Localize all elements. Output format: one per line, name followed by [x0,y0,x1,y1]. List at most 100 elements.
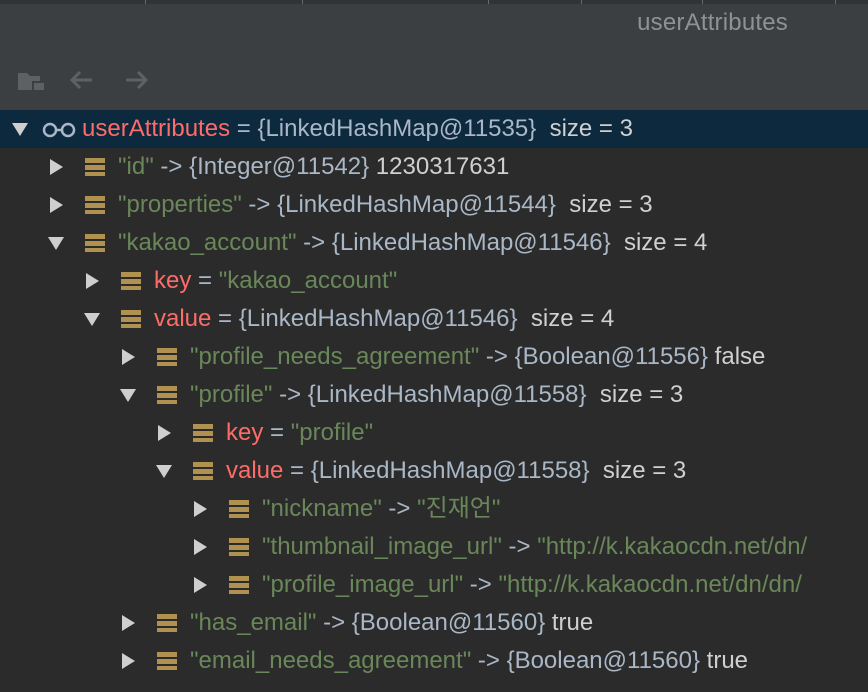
type-text: {LinkedHashMap@11546} [238,305,518,332]
arrow-text: -> [381,495,418,522]
collapsed-triangle-icon[interactable] [154,423,174,443]
row-label: "email_needs_agreement" -> {Boolean@1156… [190,647,748,675]
tree-row[interactable]: "thumbnail_image_url" -> "http://k.kakao… [0,528,868,566]
collapsed-triangle-icon[interactable] [82,271,102,291]
value-text: "http://k.kakaocdn.net/dn/ [537,533,808,560]
expand-triangle-icon[interactable] [118,385,138,405]
watch-glasses-icon [42,122,76,138]
size-text: size = 3 [536,115,633,142]
equals-sign: = [211,305,239,332]
forward-arrow-icon[interactable] [120,64,152,96]
arrow-text: -> [463,571,499,598]
field-icon [121,310,141,328]
value-text: "kakao_account" [218,267,398,294]
tree-row[interactable]: "id" -> {Integer@11542} 1230317631 [0,148,868,186]
expand-triangle-icon[interactable] [154,461,174,481]
value-text: 1230317631 [369,153,510,180]
tree-row[interactable]: "kakao_account" -> {LinkedHashMap@11546}… [0,224,868,262]
field-name: key [226,419,264,446]
folder-icon[interactable] [16,64,48,96]
row-label: key = "kakao_account" [154,267,397,295]
map-key: "profile_image_url" [262,571,464,598]
field-icon [157,614,177,632]
collapsed-triangle-icon[interactable] [118,613,138,633]
collapsed-triangle-icon[interactable] [118,347,138,367]
type-text: {LinkedHashMap@11546} [331,229,611,256]
type-text: {LinkedHashMap@11558} [310,457,590,484]
row-label: "has_email" -> {Boolean@11560} true [190,609,593,637]
tree-row[interactable]: "email_needs_agreement" -> {Boolean@1156… [0,642,868,680]
tree-row[interactable]: "nickname" -> "진재언" [0,490,868,528]
row-label: "profile_needs_agreement" -> {Boolean@11… [190,343,765,371]
map-key: "has_email" [190,609,317,636]
field-icon [157,652,177,670]
map-key: "nickname" [262,495,382,522]
equals-sign: = [283,457,311,484]
title-bar: userAttributes [0,0,868,50]
window-title: userAttributes [637,9,788,36]
field-name: value [154,305,212,332]
tree-row[interactable]: key = "profile" [0,414,868,452]
collapsed-triangle-icon[interactable] [190,537,210,557]
field-name: value [226,457,284,484]
map-key: "properties" [118,191,242,218]
back-arrow-icon[interactable] [66,64,98,96]
field-icon [193,462,213,480]
field-icon [85,196,105,214]
value-text: true [545,609,594,636]
row-label: "profile_image_url" -> "http://k.kakaocd… [262,571,802,599]
tree-row[interactable]: "properties" -> {LinkedHashMap@11544} si… [0,186,868,224]
arrow-text: -> [272,381,308,408]
type-text: {Integer@11542} [189,153,370,180]
value-text: "http://k.kakaocdn.net/dn/dn/ [498,571,802,598]
map-key: "thumbnail_image_url" [262,533,502,560]
tree-row[interactable]: "profile" -> {LinkedHashMap@11558} size … [0,376,868,414]
tree-row[interactable]: "profile_needs_agreement" -> {Boolean@11… [0,338,868,376]
toolbar [0,50,868,110]
divider [488,0,489,4]
tree-row[interactable]: "profile_image_url" -> "http://k.kakaocd… [0,566,868,604]
collapsed-triangle-icon[interactable] [118,651,138,671]
field-icon [157,386,177,404]
row-label: "id" -> {Integer@11542} 1230317631 [118,153,509,181]
value-text: "진재언" [417,495,501,522]
tree-row[interactable]: "has_email" -> {Boolean@11560} true [0,604,868,642]
arrow-text: -> [479,343,515,370]
collapsed-triangle-icon[interactable] [190,499,210,519]
collapsed-triangle-icon[interactable] [190,575,210,595]
equals-sign: = [263,419,291,446]
collapsed-triangle-icon[interactable] [46,195,66,215]
divider [702,0,703,4]
tree-row[interactable]: value = {LinkedHashMap@11558} size = 3 [0,452,868,490]
arrow-text: -> [501,533,538,560]
row-label: "nickname" -> "진재언" [262,495,500,523]
collapsed-triangle-icon[interactable] [46,157,66,177]
type-text: {LinkedHashMap@11544} [277,191,556,218]
expand-triangle-icon[interactable] [82,309,102,329]
divider [581,0,582,4]
field-icon [85,158,105,176]
value-text: "profile" [290,419,374,446]
map-key: "kakao_account" [118,229,297,256]
type-text: {Boolean@11556} [514,343,709,370]
type-text: {LinkedHashMap@11558} [307,381,587,408]
expand-triangle-icon[interactable] [10,119,30,139]
value-text: size = 3 [586,381,684,408]
map-key: "id" [118,153,154,180]
value-text: false [708,343,766,370]
tree-row[interactable]: key = "kakao_account" [0,262,868,300]
tree-row[interactable]: value = {LinkedHashMap@11546} size = 4 [0,300,868,338]
top-strip [0,0,868,4]
tree-root-row[interactable]: userAttributes = {LinkedHashMap@11535} s… [0,110,868,148]
field-name: key [154,267,192,294]
expand-triangle-icon[interactable] [46,233,66,253]
row-label: key = "profile" [226,419,373,447]
equals-sign: = [230,115,258,142]
value-text: size = 4 [517,305,615,332]
row-label: value = {LinkedHashMap@11546} size = 4 [154,305,614,333]
divider [145,0,146,4]
field-icon [85,234,105,252]
arrow-text: -> [316,609,352,636]
field-icon [193,424,213,442]
value-text: true [700,647,749,674]
